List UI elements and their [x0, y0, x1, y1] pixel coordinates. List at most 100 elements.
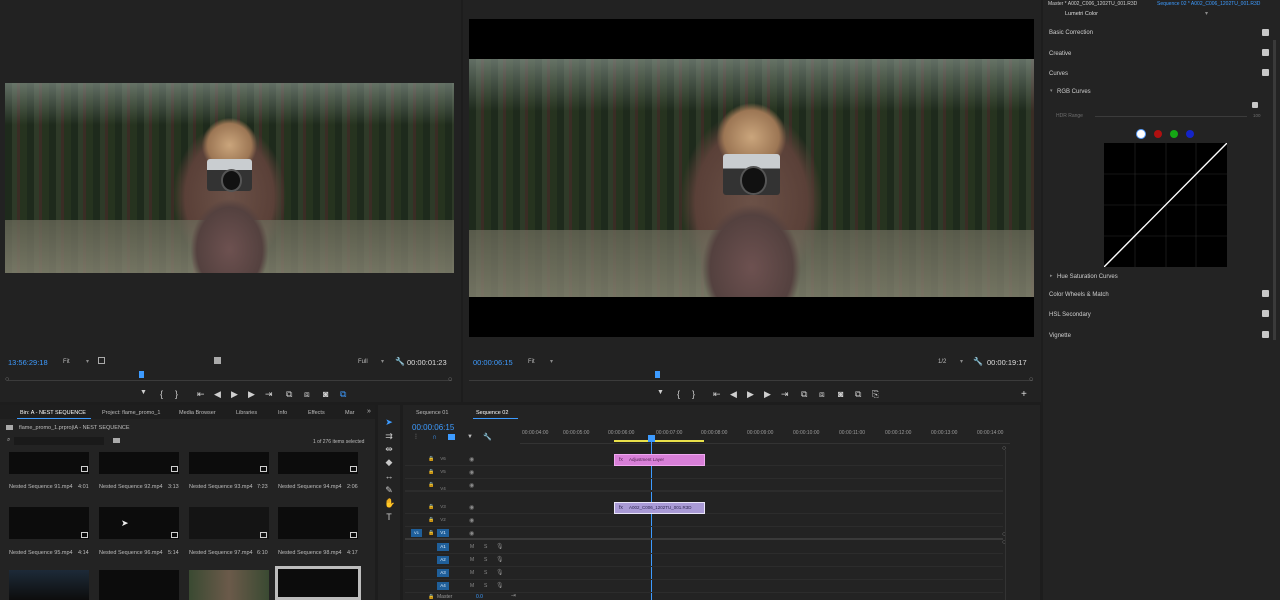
- chevron-down-icon[interactable]: ▾: [1205, 10, 1208, 17]
- eye-icon[interactable]: ◉: [469, 530, 474, 537]
- wrench-icon[interactable]: 🔧: [395, 357, 405, 366]
- track-label[interactable]: V3: [437, 503, 449, 511]
- tab-info[interactable]: Info: [278, 410, 287, 416]
- search-icon[interactable]: ⌕: [7, 437, 10, 444]
- timeline-settings-icon[interactable]: 🔧: [483, 433, 492, 441]
- lock-icon[interactable]: 🔒: [428, 517, 434, 523]
- type-tool-icon[interactable]: T: [384, 512, 394, 522]
- skip-icon[interactable]: ⇥: [511, 592, 516, 599]
- audio-track-a1[interactable]: [405, 542, 1003, 554]
- video-track-v4[interactable]: [405, 480, 1003, 492]
- track-label[interactable]: V4: [437, 485, 449, 493]
- bin-item-name[interactable]: Nested Sequence 92.mp4: [99, 484, 163, 490]
- curve-channel-red[interactable]: [1154, 130, 1162, 138]
- source-playhead[interactable]: [139, 371, 144, 378]
- lock-icon[interactable]: 🔒: [428, 504, 434, 510]
- solo-icon[interactable]: S: [484, 544, 487, 550]
- expand-icon[interactable]: ▾: [1050, 88, 1053, 94]
- add-marker-icon[interactable]: [448, 434, 455, 440]
- curve-channel-green[interactable]: [1170, 130, 1178, 138]
- source-resolution-select[interactable]: Full: [358, 359, 368, 365]
- video-track-v5[interactable]: [405, 467, 1003, 479]
- export-frame-icon[interactable]: ◙: [838, 389, 843, 399]
- eye-icon[interactable]: ◉: [469, 469, 474, 476]
- track-label[interactable]: A2: [437, 556, 449, 564]
- export-frame-icon[interactable]: ◙: [323, 389, 328, 399]
- program-timecode[interactable]: 00:00:06:15: [473, 358, 513, 367]
- video-track-v2[interactable]: [405, 515, 1003, 527]
- solo-icon[interactable]: S: [484, 557, 487, 563]
- mute-icon[interactable]: M: [470, 544, 474, 550]
- rgb-curves-checkbox[interactable]: [1252, 102, 1258, 108]
- video-track-v1[interactable]: [405, 528, 1003, 540]
- chevron-down-icon[interactable]: ▾: [86, 358, 89, 365]
- lumetri-title[interactable]: Lumetri Color: [1065, 11, 1098, 17]
- go-to-in-icon[interactable]: ⇤: [713, 389, 721, 400]
- work-area-bar[interactable]: [614, 440, 704, 442]
- tab-sequence-01[interactable]: Sequence 01: [416, 410, 448, 416]
- microphone-icon[interactable]: 🎙: [496, 569, 504, 576]
- lock-icon[interactable]: 🔒: [428, 456, 434, 462]
- tab-effects[interactable]: Effects: [308, 410, 325, 416]
- tab-project[interactable]: Project: flame_promo_1: [102, 410, 160, 416]
- bin-item-thumbnail-selected[interactable]: [275, 566, 361, 600]
- microphone-icon[interactable]: 🎙: [496, 582, 504, 589]
- curves-checkbox[interactable]: [1262, 69, 1269, 76]
- step-back-icon[interactable]: ◀: [214, 389, 221, 400]
- hand-tool-icon[interactable]: ✋: [384, 498, 395, 508]
- step-forward-icon[interactable]: ▶: [248, 389, 255, 400]
- more-tabs-icon[interactable]: »: [367, 408, 371, 415]
- tab-media-browser[interactable]: Media Browser: [179, 410, 216, 416]
- track-label[interactable]: V1: [437, 529, 449, 537]
- hdr-range-slider[interactable]: [1095, 116, 1247, 117]
- bin-item-thumbnail[interactable]: [99, 570, 179, 600]
- bin-item-name[interactable]: Nested Sequence 98.mp4: [278, 550, 342, 556]
- program-scrubber[interactable]: [469, 380, 1033, 381]
- curve-channel-white[interactable]: [1137, 130, 1145, 138]
- linked-selection-icon[interactable]: ∩: [432, 434, 437, 441]
- lock-icon[interactable]: 🔒: [428, 482, 434, 488]
- curve-channel-blue[interactable]: [1186, 130, 1194, 138]
- section-creative[interactable]: Creative: [1049, 51, 1071, 57]
- track-label[interactable]: A4: [437, 582, 449, 590]
- solo-icon[interactable]: S: [484, 583, 487, 589]
- audio-track-a2[interactable]: [405, 555, 1003, 567]
- bin-item-name[interactable]: Nested Sequence 94.mp4: [278, 484, 342, 490]
- ripple-edit-tool-icon[interactable]: ⇹: [384, 444, 394, 454]
- pen-tool-icon[interactable]: ✎: [384, 485, 394, 495]
- bin-item-name[interactable]: Nested Sequence 97.mp4: [189, 550, 253, 556]
- chevron-down-icon[interactable]: ▾: [960, 358, 963, 365]
- microphone-icon[interactable]: 🎙: [496, 543, 504, 550]
- bin-item-name[interactable]: Nested Sequence 93.mp4: [189, 484, 253, 490]
- source-zoom-select[interactable]: Fit: [63, 359, 70, 365]
- lock-icon[interactable]: 🔒: [428, 530, 434, 536]
- go-to-out-icon[interactable]: ⇥: [265, 389, 273, 400]
- extract-icon[interactable]: ⧈: [819, 389, 825, 400]
- bin-item-thumbnail[interactable]: [189, 507, 269, 539]
- insert-icon[interactable]: ⧉: [286, 389, 292, 400]
- settings-icon[interactable]: [98, 357, 105, 364]
- audio-track-a3[interactable]: [405, 568, 1003, 580]
- overwrite-icon[interactable]: ⧈: [304, 389, 310, 400]
- play-icon[interactable]: ▶: [231, 389, 238, 400]
- go-to-out-icon[interactable]: ⇥: [781, 389, 789, 400]
- bin-item-thumbnail[interactable]: [9, 570, 89, 600]
- section-hue-saturation-curves[interactable]: Hue Saturation Curves: [1057, 274, 1118, 280]
- rgb-curve-graph[interactable]: [1104, 143, 1227, 267]
- collapse-icon[interactable]: ▸: [1050, 273, 1053, 279]
- slip-tool-icon[interactable]: ↔: [384, 471, 394, 481]
- eye-icon[interactable]: ◉: [469, 517, 474, 524]
- tab-markers[interactable]: Mar: [345, 410, 354, 416]
- add-marker-icon[interactable]: ▼: [657, 389, 664, 396]
- mark-out-icon[interactable]: }: [175, 389, 178, 399]
- vr-icon[interactable]: ⎘: [872, 389, 879, 400]
- bin-item-thumbnail[interactable]: [278, 507, 358, 539]
- track-label[interactable]: A1: [437, 543, 449, 551]
- section-curves[interactable]: Curves: [1049, 71, 1068, 77]
- mark-in-icon[interactable]: {: [677, 389, 680, 399]
- section-basic-correction[interactable]: Basic Correction: [1049, 30, 1093, 36]
- lumetri-sequence-tab[interactable]: Sequence 02 * A002_C006_1202TU_001.R3D: [1157, 1, 1260, 7]
- bin-item-name[interactable]: Nested Sequence 95.mp4: [9, 550, 73, 556]
- eye-icon[interactable]: ◉: [469, 482, 474, 489]
- marker-icon[interactable]: [214, 357, 221, 364]
